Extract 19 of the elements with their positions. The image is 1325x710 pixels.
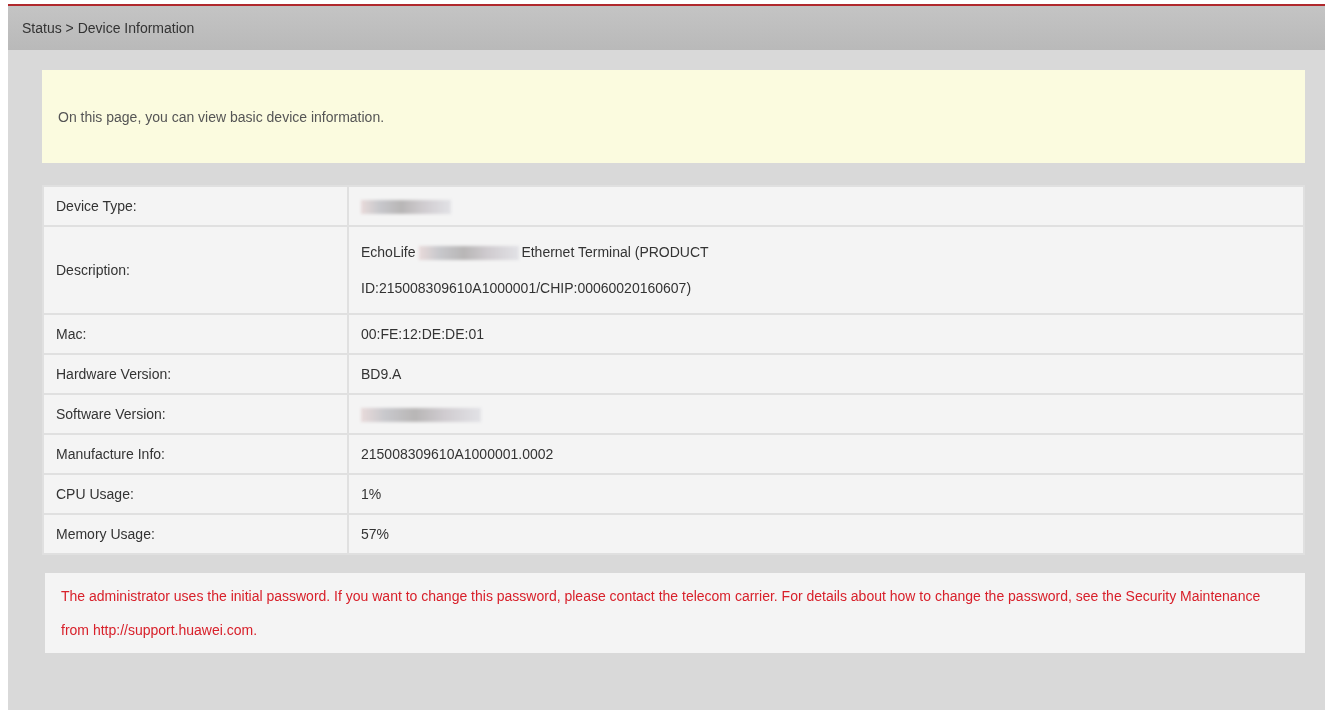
warning-message: The administrator uses the initial password. If you want to change this password, please contact the telecom carrier. For details about how to change the password, see the Security Maintenance from http://support.huawei.com. [45,573,1305,653]
field-value: ID:215008309610A1000001/CHIP:00060020160607) [361,280,692,296]
field-label: Hardware Version: [43,354,348,394]
field-label: Mac: [43,314,348,354]
info-notice: On this page, you can view basic device information. [42,70,1305,163]
field-label: Memory Usage: [43,514,348,554]
field-label: CPU Usage: [43,474,348,514]
field-label: Manufacture Info: [43,434,348,474]
field-value: Ethernet Terminal (PRODUCT [521,244,709,260]
breadcrumb: Status > Device Information [22,20,195,36]
field-value: EchoLife [361,244,416,260]
field-label: Device Type: [43,186,348,226]
field-value: BD9.A [361,366,402,382]
field-value: 1% [361,486,382,502]
field-value: 215008309610A1000001.0002 [361,446,554,462]
field-label: Software Version: [43,394,348,434]
field-value: 57% [361,526,390,542]
field-label: Description: [43,226,348,314]
field-value: 00:FE:12:DE:DE:01 [361,326,484,342]
